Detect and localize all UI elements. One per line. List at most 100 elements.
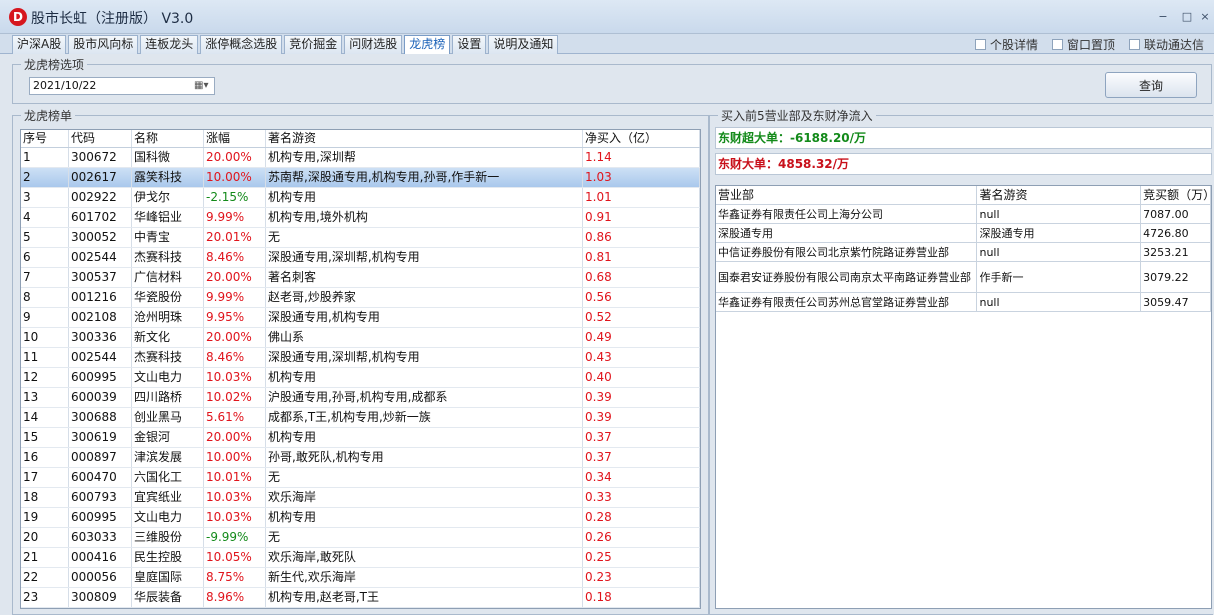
table-row[interactable]: 10 300336 新文化 20.00% 佛山系 0.49: [21, 328, 700, 348]
table-cell: 20.01%: [204, 228, 266, 247]
tab-2[interactable]: 连板龙头: [140, 35, 199, 54]
broker-cell: 3079.22: [1141, 262, 1211, 292]
broker-row[interactable]: 深股通专用 深股通专用 4726.80: [716, 224, 1211, 243]
table-row[interactable]: 7 300537 广信材料 20.00% 著名刺客 0.68: [21, 268, 700, 288]
maximize-button[interactable]: □: [1180, 10, 1194, 24]
table-cell: 华辰装备: [132, 588, 204, 607]
table-cell: 20.00%: [204, 428, 266, 447]
option-window-top[interactable]: 窗口置顶: [1051, 36, 1115, 53]
broker-cell: 3253.21: [1141, 243, 1211, 261]
table-cell: 沧州明珠: [132, 308, 204, 327]
table-row[interactable]: 9 002108 沧州明珠 9.95% 深股通专用,机构专用 0.52: [21, 308, 700, 328]
column-header[interactable]: 涨幅: [204, 130, 266, 147]
query-button[interactable]: 查询: [1105, 72, 1197, 98]
table-row[interactable]: 16 000897 津滨发展 10.00% 孙哥,敢死队,机构专用 0.37: [21, 448, 700, 468]
tab-6[interactable]: 龙虎榜: [404, 35, 451, 54]
table-cell: 机构专用,境外机构: [266, 208, 583, 227]
table-row[interactable]: 11 002544 杰赛科技 8.46% 深股通专用,深圳帮,机构专用 0.43: [21, 348, 700, 368]
table-cell: 23: [21, 588, 69, 607]
table-row[interactable]: 6 002544 杰赛科技 8.46% 深股通专用,深圳帮,机构专用 0.81: [21, 248, 700, 268]
table-cell: 广信材料: [132, 268, 204, 287]
date-picker[interactable]: 2021/10/22 ▦▾: [29, 77, 215, 95]
checkbox-icon[interactable]: [974, 38, 986, 50]
table-row[interactable]: 3 002922 伊戈尔 -2.15% 机构专用 1.01: [21, 188, 700, 208]
table-row[interactable]: 8 001216 华瓷股份 9.99% 赵老哥,炒股养家 0.56: [21, 288, 700, 308]
table-cell: 0.91: [583, 208, 700, 227]
table-row[interactable]: 5 300052 中青宝 20.01% 无 0.86: [21, 228, 700, 248]
table-cell: 新文化: [132, 328, 204, 347]
table-cell: 0.28: [583, 508, 700, 527]
broker-cell: 深股通专用: [977, 224, 1142, 242]
table-cell: 10.03%: [204, 488, 266, 507]
tab-1[interactable]: 股市风向标: [68, 35, 139, 54]
tab-4[interactable]: 竞价掘金: [284, 35, 343, 54]
broker-row[interactable]: 华鑫证券有限责任公司上海分公司 null 7087.00: [716, 205, 1211, 224]
table-cell: 14: [21, 408, 69, 427]
checkbox-icon[interactable]: [1051, 38, 1063, 50]
checkbox-icon[interactable]: [1128, 38, 1140, 50]
brokers-column-header[interactable]: 竞买额（万）: [1141, 186, 1211, 204]
table-cell: 10.00%: [204, 448, 266, 467]
option-stock-detail[interactable]: 个股详情: [974, 36, 1038, 53]
table-cell: 伊戈尔: [132, 188, 204, 207]
tab-7[interactable]: 设置: [452, 35, 487, 54]
broker-row[interactable]: 华鑫证券有限责任公司苏州总官堂路证券营业部 null 3059.47: [716, 293, 1211, 312]
table-cell: 19: [21, 508, 69, 527]
table-row[interactable]: 20 603033 三维股份 -9.99% 无 0.26: [21, 528, 700, 548]
table-cell: 10.05%: [204, 548, 266, 567]
table-cell: 2: [21, 168, 69, 187]
table-row[interactable]: 2 002617 露笑科技 10.00% 苏南帮,深股通专用,机构专用,孙哥,作手新一 1…: [21, 168, 700, 188]
broker-row[interactable]: 中信证券股份有限公司北京紫竹院路证券营业部 null 3253.21: [716, 243, 1211, 262]
column-header[interactable]: 名称: [132, 130, 204, 147]
table-row[interactable]: 17 600470 六国化工 10.01% 无 0.34: [21, 468, 700, 488]
table-cell: 四川路桥: [132, 388, 204, 407]
super-order-flow: 东财超大单：-6188.20/万: [715, 127, 1212, 149]
tab-8[interactable]: 说明及通知: [488, 35, 559, 54]
broker-row[interactable]: 国泰君安证券股份有限公司南京太平南路证券营业部 作手新一 3079.22: [716, 262, 1211, 293]
table-cell: 著名刺客: [266, 268, 583, 287]
table-cell: 文山电力: [132, 508, 204, 527]
broker-cell: 7087.00: [1141, 205, 1211, 223]
table-row[interactable]: 14 300688 创业黑马 5.61% 成都系,T王,机构专用,炒新一族 0.39: [21, 408, 700, 428]
table-cell: 佛山系: [266, 328, 583, 347]
table-cell: 孙哥,敢死队,机构专用: [266, 448, 583, 467]
table-row[interactable]: 18 600793 宜宾纸业 10.03% 欢乐海岸 0.33: [21, 488, 700, 508]
selector-group-title: 龙虎榜选项: [21, 56, 88, 73]
brokers-body: 华鑫证券有限责任公司上海分公司 null 7087.00 深股通专用 深股通专用 4726…: [716, 205, 1211, 312]
table-body: 1 300672 国科微 20.00% 机构专用,深圳帮 1.14 2 002617 露笑科技 1…: [21, 148, 700, 608]
brokers-column-header[interactable]: 著名游资: [977, 186, 1142, 204]
tab-5[interactable]: 问财选股: [344, 35, 403, 54]
column-header[interactable]: 净买入（亿）: [583, 130, 700, 147]
table-cell: 苏南帮,深股通专用,机构专用,孙哥,作手新一: [266, 168, 583, 187]
table-cell: 10.03%: [204, 368, 266, 387]
table-cell: 创业黑马: [132, 408, 204, 427]
table-cell: 无: [266, 468, 583, 487]
table-row[interactable]: 19 600995 文山电力 10.03% 机构专用 0.28: [21, 508, 700, 528]
table-cell: 10: [21, 328, 69, 347]
brokers-column-header[interactable]: 营业部: [716, 186, 978, 204]
table-cell: 机构专用,深圳帮: [266, 148, 583, 167]
table-cell: 露笑科技: [132, 168, 204, 187]
table-row[interactable]: 15 300619 金银河 20.00% 机构专用 0.37: [21, 428, 700, 448]
table-cell: 9.95%: [204, 308, 266, 327]
tab-0[interactable]: 沪深A股: [12, 35, 67, 54]
column-header[interactable]: 序号: [21, 130, 69, 147]
table-row[interactable]: 21 000416 民生控股 10.05% 欢乐海岸,敢死队 0.25: [21, 548, 700, 568]
column-header[interactable]: 著名游资: [266, 130, 583, 147]
table-cell: 002617: [69, 168, 132, 187]
close-button[interactable]: ×: [1198, 10, 1212, 24]
table-cell: 1.14: [583, 148, 700, 167]
option-link-tdx[interactable]: 联动通达信: [1128, 36, 1204, 53]
tab-3[interactable]: 涨停概念选股: [200, 35, 283, 54]
table-row[interactable]: 1 300672 国科微 20.00% 机构专用,深圳帮 1.14: [21, 148, 700, 168]
table-row[interactable]: 13 600039 四川路桥 10.02% 沪股通专用,孙哥,机构专用,成都系 0.39: [21, 388, 700, 408]
column-header[interactable]: 代码: [69, 130, 132, 147]
table-row[interactable]: 12 600995 文山电力 10.03% 机构专用 0.40: [21, 368, 700, 388]
calendar-dropdown-icon[interactable]: ▦▾: [194, 80, 210, 92]
table-cell: 深股通专用,机构专用: [266, 308, 583, 327]
table-cell: 0.49: [583, 328, 700, 347]
table-row[interactable]: 23 300809 华辰装备 8.96% 机构专用,赵老哥,T王 0.18: [21, 588, 700, 608]
table-row[interactable]: 4 601702 华峰铝业 9.99% 机构专用,境外机构 0.91: [21, 208, 700, 228]
table-row[interactable]: 22 000056 皇庭国际 8.75% 新生代,欢乐海岸 0.23: [21, 568, 700, 588]
minimize-button[interactable]: −: [1156, 10, 1170, 24]
